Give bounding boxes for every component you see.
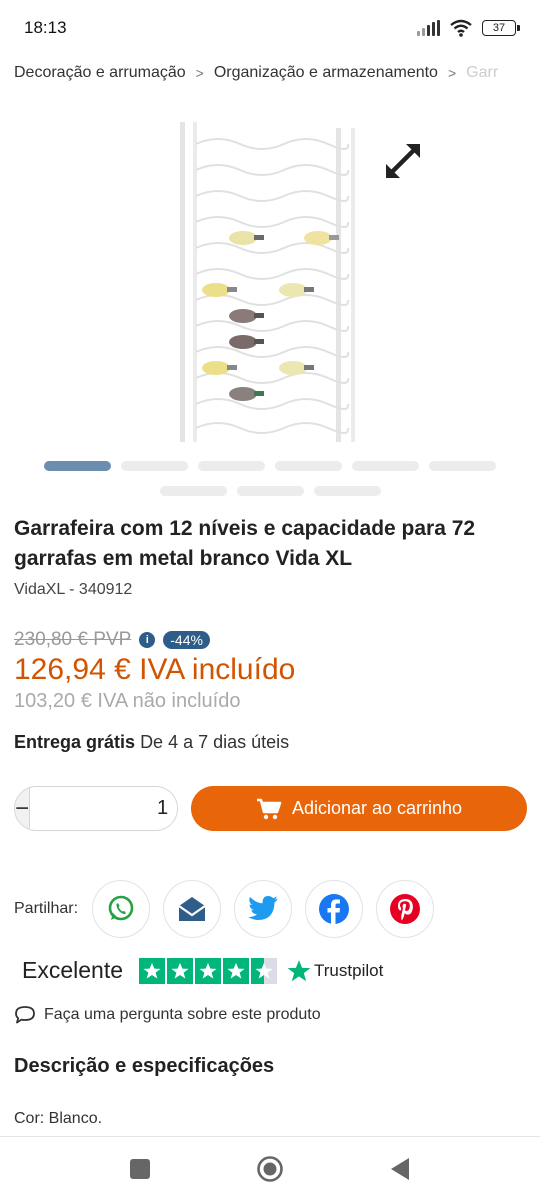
cart-icon xyxy=(256,798,282,819)
quantity-stepper: − + xyxy=(14,786,178,831)
pinterest-icon xyxy=(390,894,421,924)
twitter-icon xyxy=(248,896,279,920)
gallery-dot-4[interactable] xyxy=(275,461,342,471)
breadcrumb-item-organizacao[interactable]: Organização e armazenamento xyxy=(214,64,438,82)
system-nav-bar xyxy=(0,1136,540,1200)
delivery-text: De 4 a 7 dias úteis xyxy=(140,732,290,752)
ask-question-link[interactable]: Faça uma pergunta sobre este produto xyxy=(14,1005,321,1025)
back-triangle-icon xyxy=(391,1157,409,1180)
star-icon xyxy=(223,957,250,984)
old-price: 230,80 € PVP xyxy=(14,629,132,650)
add-to-cart-button[interactable]: Adicionar ao carrinho xyxy=(191,786,527,831)
ask-question-label: Faça uma pergunta sobre este produto xyxy=(44,1006,321,1023)
share-facebook-button[interactable] xyxy=(305,880,364,938)
discount-badge: -44% xyxy=(163,631,210,649)
product-title: Garrafeira com 12 níveis e capacidade pa… xyxy=(14,517,476,570)
quantity-input[interactable] xyxy=(29,787,177,830)
status-icons: 37 xyxy=(417,19,520,37)
breadcrumb-separator: > xyxy=(447,65,457,81)
breadcrumb-item-current[interactable]: Garr xyxy=(466,64,498,82)
gallery-dot-3[interactable] xyxy=(198,461,265,471)
share-whatsapp-button[interactable] xyxy=(92,880,151,938)
trustpilot-logo: Trustpilot xyxy=(287,959,383,983)
delivery-info: Entrega grátis De 4 a 7 dias úteis xyxy=(14,732,289,753)
battery-icon: 37 xyxy=(482,20,520,36)
trustpilot-star-icon xyxy=(287,959,311,981)
status-bar: 18:13 37 xyxy=(0,0,540,56)
gallery-dot-7[interactable] xyxy=(159,486,227,496)
gallery-dot-2[interactable] xyxy=(121,461,188,471)
info-icon[interactable]: i xyxy=(139,632,156,648)
star-icon xyxy=(167,957,194,984)
share-twitter-button[interactable] xyxy=(234,880,293,938)
description-title[interactable]: Descrição e especificações xyxy=(14,1055,274,1078)
add-to-cart-label: Adicionar ao carrinho xyxy=(291,798,463,818)
home-button[interactable] xyxy=(250,1149,290,1189)
spec-color: Cor: Blanco. xyxy=(14,1110,103,1127)
facebook-icon xyxy=(319,894,350,924)
breadcrumb-separator: > xyxy=(195,65,204,81)
delivery-label: Entrega grátis xyxy=(14,732,136,752)
gallery-dot-5[interactable] xyxy=(352,461,419,471)
chat-bubble-icon xyxy=(15,1006,35,1024)
whatsapp-icon xyxy=(108,895,134,921)
wifi-icon xyxy=(450,19,472,37)
share-label: Partilhar: xyxy=(14,900,79,917)
gallery-dot-8[interactable] xyxy=(236,486,304,496)
gallery-dot-1[interactable] xyxy=(44,461,111,471)
square-icon xyxy=(130,1158,150,1179)
price: 126,94 € IVA incluído xyxy=(14,653,296,686)
breadcrumb: Decoração e arrumação > Organização e ar… xyxy=(14,60,540,86)
product-gallery[interactable] xyxy=(0,112,540,452)
star-icon xyxy=(195,957,222,984)
price-net: 103,20 € IVA não incluído xyxy=(14,690,241,712)
signal-icon xyxy=(417,20,440,36)
brand-sku: VidaXL - 340912 xyxy=(14,581,133,598)
circle-icon xyxy=(257,1155,283,1182)
wine-rack-image xyxy=(180,122,355,442)
back-button[interactable] xyxy=(380,1149,420,1189)
trustpilot-brand: Trustpilot xyxy=(314,960,384,980)
gallery-dot-6[interactable] xyxy=(429,461,496,471)
email-icon xyxy=(178,897,206,921)
breadcrumb-item-decoracao[interactable]: Decoração e arrumação xyxy=(14,64,186,82)
star-icon xyxy=(139,957,166,984)
trustpilot-rating-label: Excelente xyxy=(22,957,124,983)
trustpilot-widget[interactable]: Excelente Trustpilot xyxy=(22,957,383,984)
half-star-icon xyxy=(251,957,278,984)
share-bar: Partilhar: xyxy=(14,880,447,938)
old-price-row: 230,80 € PVP i -44% xyxy=(14,629,210,651)
status-time: 18:13 xyxy=(24,18,67,37)
trustpilot-stars xyxy=(139,957,278,984)
expand-arrows-icon[interactable] xyxy=(384,142,422,180)
share-email-button[interactable] xyxy=(163,880,222,938)
recents-button[interactable] xyxy=(120,1149,160,1189)
decrease-quantity-button[interactable]: − xyxy=(15,787,30,830)
share-pinterest-button[interactable] xyxy=(376,880,435,938)
gallery-dot-9[interactable] xyxy=(313,486,381,496)
gallery-pagination xyxy=(0,461,540,511)
